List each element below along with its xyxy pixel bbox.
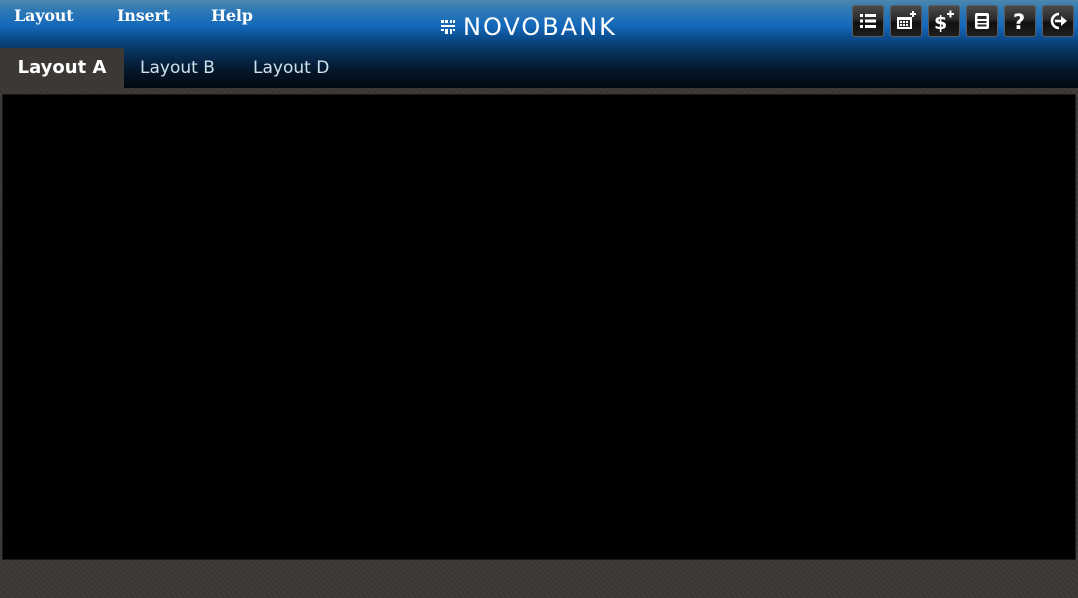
brand-logo: NOVOBANK <box>440 12 617 42</box>
workspace <box>0 88 1078 598</box>
help-icon: ? <box>1013 10 1025 32</box>
layout-canvas[interactable] <box>2 94 1076 560</box>
logout-button[interactable] <box>1042 5 1074 37</box>
menu-insert[interactable]: Insert <box>117 6 170 25</box>
menu-layout[interactable]: Layout <box>14 6 74 25</box>
brand-logo-icon <box>441 20 455 34</box>
add-dollar-button[interactable]: $ <box>928 5 960 37</box>
tab-layout-b[interactable]: Layout B <box>140 48 215 88</box>
tab-layout-d[interactable]: Layout D <box>253 48 329 88</box>
menu-help[interactable]: Help <box>211 6 253 25</box>
save-icon <box>975 13 989 29</box>
toolbar: $ ? <box>846 5 1074 37</box>
logout-icon <box>1050 12 1067 30</box>
svg-text:?: ? <box>1013 10 1025 32</box>
svg-text:$: $ <box>934 12 947 32</box>
app-header: Layout Insert Help NOVOBANK $ ? Layout A… <box>0 0 1078 88</box>
list-icon <box>860 14 876 28</box>
help-button[interactable]: ? <box>1004 5 1036 37</box>
list-button[interactable] <box>852 5 884 37</box>
add-widget-icon <box>897 11 916 29</box>
brand-name: NOVOBANK <box>463 13 617 41</box>
add-widget-button[interactable] <box>890 5 922 37</box>
tab-layout-a[interactable]: Layout A <box>0 48 124 88</box>
add-dollar-icon: $ <box>934 10 954 32</box>
save-button[interactable] <box>966 5 998 37</box>
